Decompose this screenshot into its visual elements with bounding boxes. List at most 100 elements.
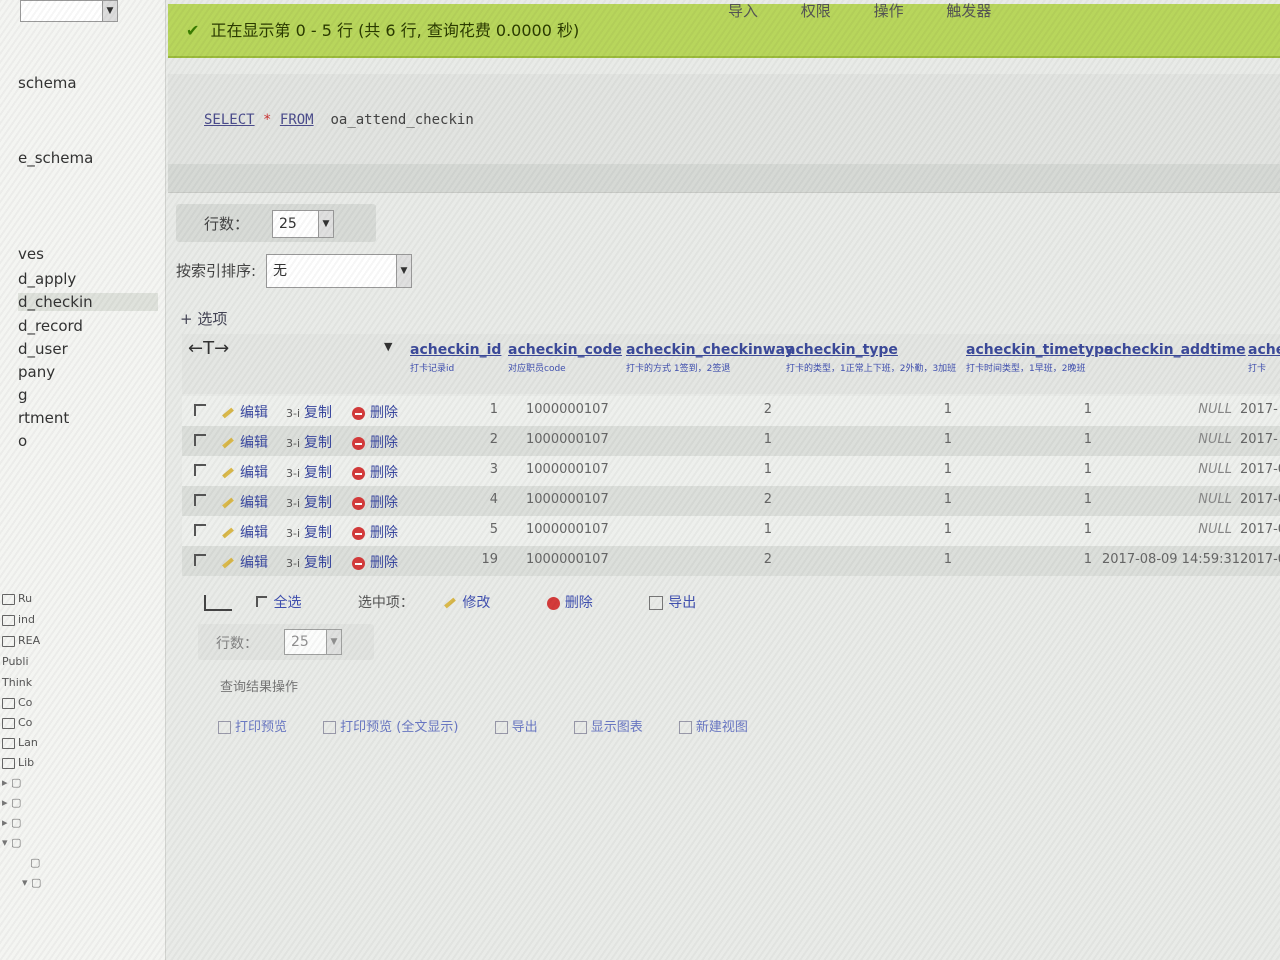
column-header[interactable]: ache 打卡	[1248, 342, 1280, 374]
row-checkbox[interactable]	[194, 554, 206, 566]
cell-checkinway[interactable]: 1	[722, 432, 772, 447]
tree-expander-icon[interactable]: ▾ ▢	[22, 876, 41, 889]
file-item[interactable]: Ru	[2, 592, 32, 605]
sidebar-item-e-schema[interactable]: e_schema	[18, 149, 93, 167]
database-select[interactable]: ▼	[20, 0, 118, 22]
tab-import[interactable]: 导入	[728, 2, 758, 20]
edit-button[interactable]: 编辑	[222, 402, 268, 422]
tree-expander-icon[interactable]: ▸ ▢	[2, 816, 21, 829]
cell-checkinway[interactable]: 2	[722, 492, 772, 507]
edit-button[interactable]: 编辑	[222, 552, 268, 572]
cell-addtime[interactable]: NULL	[1102, 522, 1232, 537]
cell-timetype[interactable]: 1	[1042, 522, 1092, 537]
cell-checkinway[interactable]: 1	[722, 462, 772, 477]
cell-id[interactable]: 2	[452, 432, 498, 447]
sort-down-icon[interactable]: ▼	[384, 340, 392, 353]
cell-type[interactable]: 1	[902, 492, 952, 507]
row-checkbox[interactable]	[194, 494, 206, 506]
cell-checkinway[interactable]: 1	[722, 522, 772, 537]
sidebar-item-d-apply[interactable]: d_apply	[18, 270, 76, 288]
sidebar-item-g[interactable]: g	[18, 386, 28, 404]
tab-operations[interactable]: 操作	[874, 2, 904, 20]
table-row[interactable]: 编辑 3-i复制删除 4 1000000107 2 1 1 NULL 2017-08	[182, 486, 1280, 516]
tab-privileges[interactable]: 权限	[801, 2, 831, 20]
cell-addtime[interactable]: NULL	[1102, 462, 1232, 477]
table-row[interactable]: 编辑 3-i 复制 删除 19 1000000107 2 1 1 2017-08-09 14:59…	[182, 546, 1280, 576]
copy-button[interactable]: 3-i 复制	[286, 432, 332, 452]
tree-expander-icon[interactable]: ▸ ▢	[2, 796, 21, 809]
cell-last[interactable]: 2017-	[1240, 402, 1278, 417]
cell-last[interactable]: 2017-08	[1240, 492, 1280, 507]
delete-button[interactable]: 删除	[352, 522, 398, 542]
export-link[interactable]: 导出	[494, 720, 554, 735]
select-all-checkbox[interactable]: 全选	[256, 595, 327, 611]
row-checkbox[interactable]	[194, 434, 206, 446]
file-item[interactable]: REA	[2, 634, 40, 647]
bulk-edit-button[interactable]: 修改	[444, 595, 516, 611]
cell-timetype[interactable]: 1	[1042, 492, 1092, 507]
tab-triggers[interactable]: 触发器	[946, 2, 991, 20]
bulk-export-button[interactable]: 导出	[649, 595, 722, 611]
tree-expander-icon[interactable]: ▾ ▢	[2, 836, 21, 849]
cell-last[interactable]: 2017-0	[1240, 462, 1280, 477]
column-move-arrows-icon[interactable]: ←T→	[188, 338, 229, 359]
delete-button[interactable]: 删除	[352, 552, 398, 572]
sidebar-item-ves[interactable]: ves	[18, 245, 44, 263]
sidebar-item-d-checkin[interactable]: d_checkin	[18, 293, 158, 311]
column-header[interactable]: acheckin_code 对应职员code	[508, 342, 622, 374]
column-header[interactable]: acheckin_timetype 打卡时间类型，1早班，2晚班	[966, 342, 1114, 374]
row-checkbox[interactable]	[194, 464, 206, 476]
sort-select[interactable]: 无 ▼	[266, 254, 412, 288]
edit-button[interactable]: 编辑	[222, 432, 268, 452]
cell-addtime[interactable]: 2017-08-09 14:59:31	[1102, 552, 1240, 567]
column-header[interactable]: acheckin_type 打卡的类型，1正常上下班，2外勤，3加班	[786, 342, 956, 374]
delete-button[interactable]: 删除	[352, 402, 398, 422]
cell-code[interactable]: 1000000107	[526, 522, 609, 537]
sidebar-item-rtment[interactable]: rtment	[18, 409, 69, 427]
cell-code[interactable]: 1000000107	[526, 492, 609, 507]
delete-button[interactable]: 删除	[352, 492, 398, 512]
cell-last[interactable]: 2017-	[1240, 432, 1278, 447]
cell-code[interactable]: 1000000107	[526, 552, 609, 567]
table-row[interactable]: 编辑 3-i复制删除 5 1000000107 1 1 1 NULL 2017-08	[182, 516, 1280, 546]
folder-icon[interactable]: ▢	[30, 856, 40, 869]
cell-id[interactable]: 3	[452, 462, 498, 477]
cell-id[interactable]: 1	[452, 402, 498, 417]
column-header[interactable]: acheckin_checkinway 打卡的方式 1签到，2签退	[626, 342, 794, 374]
delete-button[interactable]: 删除	[352, 432, 398, 452]
cell-addtime[interactable]: NULL	[1102, 402, 1232, 417]
copy-button[interactable]: 3-i 复制	[286, 552, 332, 572]
table-row[interactable]: 编辑 3-i 复制 删除 2 1000000107 1 1 1 NULL 2017-	[182, 426, 1280, 456]
cell-type[interactable]: 1	[902, 462, 952, 477]
sidebar-item-d-user[interactable]: d_user	[18, 340, 68, 358]
row-checkbox[interactable]	[194, 524, 206, 536]
print-preview-link[interactable]: 打印预览	[218, 720, 303, 735]
sidebar-item-schema[interactable]: schema	[18, 74, 77, 92]
cell-last[interactable]: 2017-08	[1240, 522, 1280, 537]
edit-button[interactable]: 编辑	[222, 492, 268, 512]
cell-checkinway[interactable]: 2	[722, 402, 772, 417]
rows-select[interactable]: 25 ▼	[284, 629, 342, 655]
sidebar-item-pany[interactable]: pany	[18, 363, 55, 381]
cell-id[interactable]: 5	[452, 522, 498, 537]
tree-expander-icon[interactable]: ▸ ▢	[2, 776, 21, 789]
cell-type[interactable]: 1	[902, 402, 952, 417]
display-chart-link[interactable]: 显示图表	[573, 720, 659, 735]
cell-type[interactable]: 1	[902, 552, 952, 567]
copy-button[interactable]: 3-i 复制	[286, 462, 332, 482]
cell-type[interactable]: 1	[902, 522, 952, 537]
cell-code[interactable]: 1000000107	[526, 402, 609, 417]
rows-select[interactable]: 25 ▼	[272, 210, 334, 238]
edit-button[interactable]: 编辑	[222, 522, 268, 542]
cell-addtime[interactable]: NULL	[1102, 432, 1232, 447]
copy-button[interactable]: 3-i 复制	[286, 522, 332, 542]
cell-last[interactable]: 2017-08	[1240, 552, 1280, 567]
cell-addtime[interactable]: NULL	[1102, 492, 1232, 507]
edit-button[interactable]: 编辑	[222, 462, 268, 482]
delete-button[interactable]: 删除	[352, 462, 398, 482]
cell-timetype[interactable]: 1	[1042, 402, 1092, 417]
sidebar-item-o[interactable]: o	[18, 432, 27, 450]
column-header[interactable]: acheckin_addtime	[1104, 342, 1246, 361]
create-view-link[interactable]: 新建视图	[678, 720, 764, 735]
cell-code[interactable]: 1000000107	[526, 462, 609, 477]
